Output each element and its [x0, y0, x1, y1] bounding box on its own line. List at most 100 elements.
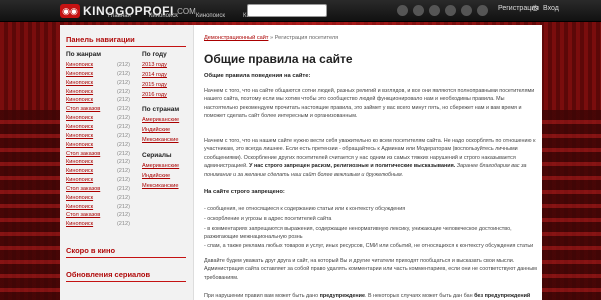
genre-link[interactable]: Кинопоиск (212)	[66, 89, 130, 95]
genre-label: Кинопоиск	[66, 132, 94, 139]
genre-count: (212)	[116, 141, 130, 148]
country-link[interactable]: Индийские	[142, 127, 170, 133]
genre-count: (212)	[116, 168, 130, 175]
genre-count: (212)	[116, 115, 130, 122]
divider	[66, 46, 186, 47]
years-heading: По году	[142, 51, 167, 58]
country-link[interactable]: Мексиканские	[142, 137, 179, 143]
countries-heading: По странам	[142, 106, 180, 113]
login-icon[interactable]: ⏻	[532, 4, 538, 14]
series-heading: Сериалы	[142, 152, 172, 159]
genre-count: (212)	[116, 132, 130, 139]
genre-link[interactable]: Кинопоиск (212)	[66, 80, 130, 86]
breadcrumb: Демонстрационный сайт » Регистрация посе…	[204, 35, 338, 41]
genre-label: Кинопоиск	[66, 141, 94, 148]
genre-count: (212)	[116, 194, 130, 201]
breadcrumb-home[interactable]: Демонстрационный сайт	[204, 35, 268, 41]
genre-link[interactable]: Кинопоиск (212)	[66, 159, 130, 165]
genre-count: (212)	[116, 62, 130, 68]
top-nav-item[interactable]: Кинопоиск	[149, 13, 178, 19]
forbidden-item: - в комментариях запрещаются выражения, …	[204, 226, 512, 241]
genre-label: Кинопоиск	[66, 79, 94, 86]
series-link[interactable]: Американские	[142, 163, 179, 169]
vk-icon[interactable]	[397, 5, 408, 16]
film-reel-icon: ◉◉	[60, 4, 80, 18]
genre-link[interactable]: Кинопоиск (212)	[66, 71, 130, 77]
facebook-icon[interactable]	[413, 5, 424, 16]
genre-link[interactable]: Кинопоиск (212)	[66, 177, 130, 183]
genre-label: Кинопоиск	[66, 70, 94, 77]
genre-count: (212)	[116, 150, 130, 157]
rules-text: . В некоторых случаях может быть дан бан	[364, 293, 473, 299]
divider	[66, 281, 186, 282]
intro-heading: Общие правила поведения на сайте:	[204, 73, 311, 79]
top-bar: ◉◉ KINOGOPROFI .COM Главная Кинопоиск Ки…	[0, 0, 601, 22]
year-link[interactable]: 2016 году	[142, 92, 167, 98]
sidebar-title: Панель навигации	[66, 35, 135, 44]
genre-label: Стол заказов	[66, 150, 101, 157]
forbidden-item: - спам, а также реклама любых товаров и …	[204, 243, 534, 249]
genre-label: Кинопоиск	[66, 115, 94, 122]
genre-link[interactable]: Стол заказов (212)	[66, 106, 130, 112]
genre-link[interactable]: Стол заказов (212)	[66, 186, 130, 192]
top-nav-item[interactable]: Кинопоиск	[196, 13, 225, 19]
series-link[interactable]: Индийские	[142, 173, 170, 179]
rules-paragraph: При нарушении правил вам может быть дано…	[204, 292, 538, 300]
rules-emphasis: без предупреждений	[474, 293, 531, 299]
genre-count: (212)	[116, 88, 130, 95]
genre-link[interactable]: Стол заказов (212)	[66, 212, 130, 218]
page-container: Панель навигации По жанрам Кинопоиск (212…	[60, 25, 542, 300]
genre-link[interactable]: Кинопоиск (212)	[66, 62, 130, 68]
genre-label: Кинопоиск	[66, 203, 94, 210]
genre-link[interactable]: Стол заказов (212)	[66, 151, 130, 157]
genre-link[interactable]: Кинопоиск (212)	[66, 195, 130, 201]
genre-label: Кинопоиск	[66, 88, 94, 95]
genre-count: (212)	[116, 123, 130, 130]
genre-link[interactable]: Кинопоиск (212)	[66, 142, 130, 148]
genre-label: Кинопоиск	[66, 177, 94, 184]
forbidden-item: - сообщения, не относящиеся к содержанию…	[204, 206, 406, 212]
genre-label: Кинопоиск	[66, 168, 94, 175]
genre-label: Стол заказов	[66, 185, 101, 192]
genre-count: (212)	[116, 212, 130, 219]
forbidden-item: - оскорбление и угрозы в адрес посетител…	[204, 216, 332, 222]
genre-label: Кинопоиск	[66, 159, 94, 166]
genre-link[interactable]: Кинопоиск (212)	[66, 97, 130, 103]
genre-count: (212)	[116, 185, 130, 192]
breadcrumb-current: Регистрация посетителя	[274, 35, 339, 41]
country-link[interactable]: Американские	[142, 117, 179, 123]
genre-link[interactable]: Кинопоиск (212)	[66, 221, 130, 227]
genre-link[interactable]: Кинопоиск (212)	[66, 124, 130, 130]
twitter-icon[interactable]	[429, 5, 440, 16]
main-content: Демонстрационный сайт » Регистрация посе…	[198, 25, 542, 300]
odnoklassniki-icon[interactable]	[445, 5, 456, 16]
series-updates-heading: Обновления сериалов	[66, 270, 151, 279]
year-link[interactable]: 2013 году	[142, 62, 167, 68]
year-link[interactable]: 2014 году	[142, 72, 167, 78]
genre-link[interactable]: Кинопоиск (212)	[66, 204, 130, 210]
forbidden-heading: На сайте строго запрещено:	[204, 189, 285, 195]
login-link[interactable]: Вход	[543, 5, 559, 12]
genre-count: (212)	[116, 97, 130, 104]
page-title: Общие правила на сайте	[204, 52, 353, 66]
seats-decoration-left	[0, 110, 60, 300]
genre-link[interactable]: Кинопоиск (212)	[66, 115, 130, 121]
top-nav-item[interactable]: Главная	[108, 13, 131, 19]
genre-label: Кинопоиск	[66, 62, 94, 68]
genre-count: (212)	[116, 177, 130, 184]
year-link[interactable]: 2015 году	[142, 82, 167, 88]
genre-count: (212)	[116, 70, 130, 77]
breadcrumb-separator: »	[270, 35, 274, 41]
genre-label: Стол заказов	[66, 212, 101, 219]
genre-count: (212)	[116, 221, 130, 228]
search-input[interactable]	[247, 4, 327, 17]
google-icon[interactable]	[477, 5, 488, 16]
series-link[interactable]: Мексиканские	[142, 183, 179, 189]
rules-paragraph: Давайте будем уважать друг друга и сайт,…	[204, 258, 537, 281]
genre-link[interactable]: Кинопоиск (212)	[66, 168, 130, 174]
mailru-icon[interactable]	[461, 5, 472, 16]
genre-count: (212)	[116, 106, 130, 113]
rules-paragraph: Начнем с того, что на сайте общаются сот…	[204, 88, 535, 120]
genre-link[interactable]: Кинопоиск (212)	[66, 133, 130, 139]
sidebar: Панель навигации По жанрам Кинопоиск (212…	[60, 25, 194, 300]
